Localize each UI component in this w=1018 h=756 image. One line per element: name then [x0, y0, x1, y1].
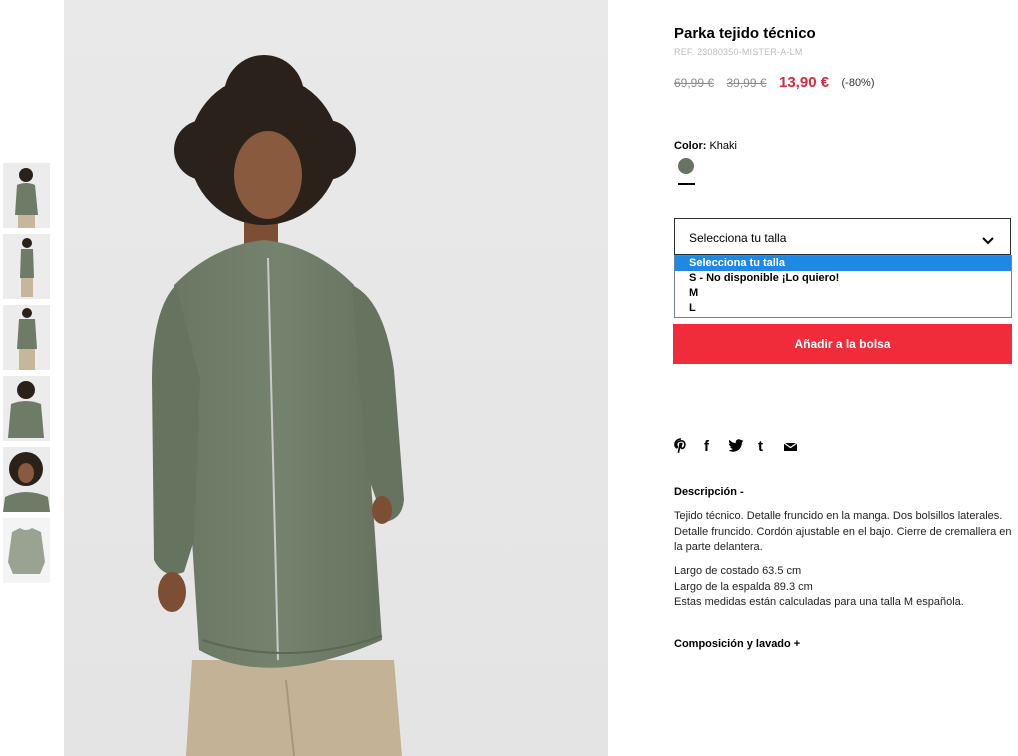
size-select[interactable]: Selecciona tu talla	[674, 218, 1011, 255]
size-option[interactable]: L	[675, 301, 1011, 316]
description-heading[interactable]: Descripción -	[674, 486, 744, 498]
color-swatch-khaki[interactable]	[678, 158, 694, 174]
pinterest-icon[interactable]	[674, 438, 688, 458]
facebook-icon[interactable]: f	[704, 438, 709, 456]
size-option[interactable]: M	[675, 286, 1011, 301]
thumbnail-4[interactable]	[3, 376, 50, 441]
size-option[interactable]: S - No disponible ¡Lo quiero!	[675, 271, 1011, 286]
email-icon[interactable]	[783, 438, 798, 456]
color-label: Color: Khaki	[674, 140, 737, 152]
chevron-down-icon	[982, 232, 994, 250]
measure-note: Estas medidas están calculadas para una …	[674, 596, 964, 608]
measure-back-length: Largo de la espalda 89.3 cm	[674, 580, 813, 593]
size-option[interactable]: Selecciona tu talla	[675, 256, 1011, 271]
price-sale: 13,90 €	[779, 74, 830, 92]
measurements: Largo de costado 63.5 cm Largo de la esp…	[674, 564, 1014, 611]
tumblr-icon[interactable]: t	[758, 438, 763, 456]
price-block: 69,99 € 39,99 € 13,90 € (-80%)	[674, 74, 875, 94]
color-value: Khaki	[709, 140, 737, 152]
description-text: Tejido técnico. Detalle fruncido en la m…	[674, 510, 1012, 553]
color-label-title: Color:	[674, 140, 707, 152]
thumbnail-3[interactable]	[3, 305, 50, 370]
size-select-value: Selecciona tu talla	[689, 231, 787, 245]
add-to-bag-button[interactable]: Añadir a la bolsa	[673, 324, 1012, 364]
thumbnail-1[interactable]	[3, 163, 50, 228]
size-options-list: Selecciona tu talla S - No disponible ¡L…	[674, 255, 1012, 318]
thumbnail-2[interactable]	[3, 234, 50, 299]
product-title: Parka tejido técnico	[674, 25, 816, 42]
product-reference: REF. 23080350-MISTER-A-LM	[674, 47, 803, 57]
thumbnail-5[interactable]	[3, 447, 50, 512]
measure-side-length: Largo de costado 63.5 cm	[674, 565, 802, 577]
price-original: 69,99 €	[674, 75, 715, 90]
product-image	[64, 0, 608, 756]
model-illustration	[152, 55, 404, 756]
thumbnail-6[interactable]	[3, 518, 50, 583]
discount-badge: (-80%)	[841, 76, 875, 89]
thumbnail-list	[3, 163, 51, 589]
price-previous: 39,99 €	[726, 75, 767, 90]
swatch-selected-indicator	[678, 183, 695, 185]
twitter-icon[interactable]	[728, 438, 744, 456]
composition-heading[interactable]: Composición y lavado +	[674, 638, 800, 650]
